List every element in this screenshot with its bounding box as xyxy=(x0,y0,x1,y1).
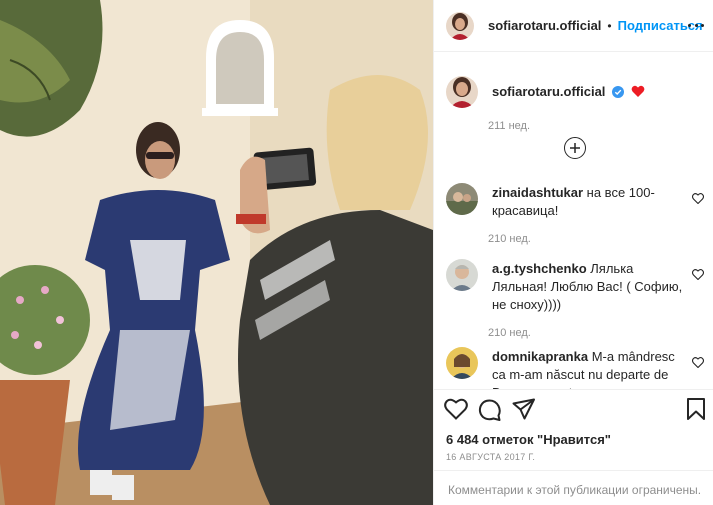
comment-username[interactable]: a.g.tyshchenko xyxy=(492,261,587,276)
bookmark-icon[interactable] xyxy=(686,398,706,425)
comment-icon[interactable] xyxy=(478,398,502,427)
caption-time: 211 нед. xyxy=(488,120,531,132)
comment-like-icon[interactable] xyxy=(691,191,705,209)
post-actions: 6 484 отметок "Нравится" 16 АВГУСТА 2017… xyxy=(434,389,713,505)
post-photo[interactable] xyxy=(0,0,433,505)
comments-limited-notice: Комментарии к этой публикации ограничены… xyxy=(434,470,713,505)
likes-count[interactable]: 6 484 отметок "Нравится" xyxy=(446,432,611,447)
share-icon[interactable] xyxy=(512,398,536,427)
comment-like-icon[interactable] xyxy=(691,355,705,373)
post-caption: sofiarotaru.official 211 нед. xyxy=(446,76,708,132)
heart-emoji-icon xyxy=(631,85,645,103)
comment-username[interactable]: zinaidashtukar xyxy=(492,185,583,200)
comment-item: a.g.tyshchenko Лялька Ляльная! Люблю Вас… xyxy=(446,259,708,339)
comment-item: domnikapranka M-a mândresc ca m-am născu… xyxy=(446,347,708,389)
comment-item: zinaidashtukar на все 100-красавица! 210… xyxy=(446,183,708,245)
more-icon[interactable] xyxy=(688,17,704,33)
verified-icon xyxy=(612,85,625,103)
caption-username[interactable]: sofiarotaru.official xyxy=(492,84,605,99)
post-sidebar: sofiarotaru.official • Подписаться sofia… xyxy=(433,0,713,505)
comment-username[interactable]: domnikapranka xyxy=(492,349,588,364)
comment-time: 210 нед. xyxy=(488,327,531,339)
comment-time: 210 нед. xyxy=(488,233,531,245)
like-icon[interactable] xyxy=(444,398,468,427)
commenter-avatar[interactable] xyxy=(446,183,478,215)
post-date[interactable]: 16 АВГУСТА 2017 Г. xyxy=(446,452,535,462)
comment-like-icon[interactable] xyxy=(691,267,705,285)
commenter-avatar[interactable] xyxy=(446,259,478,291)
photo-illustration xyxy=(0,0,433,505)
author-username[interactable]: sofiarotaru.official xyxy=(488,18,601,33)
commenter-avatar[interactable] xyxy=(446,347,478,379)
author-avatar[interactable] xyxy=(446,11,474,40)
window xyxy=(202,20,278,116)
header-separator: • xyxy=(607,18,612,33)
load-more-icon[interactable] xyxy=(564,137,586,159)
post-header: sofiarotaru.official • Подписаться xyxy=(434,0,713,52)
caption-avatar[interactable] xyxy=(446,76,478,108)
comments-list[interactable]: sofiarotaru.official 211 нед. zinaidasht… xyxy=(434,53,713,389)
